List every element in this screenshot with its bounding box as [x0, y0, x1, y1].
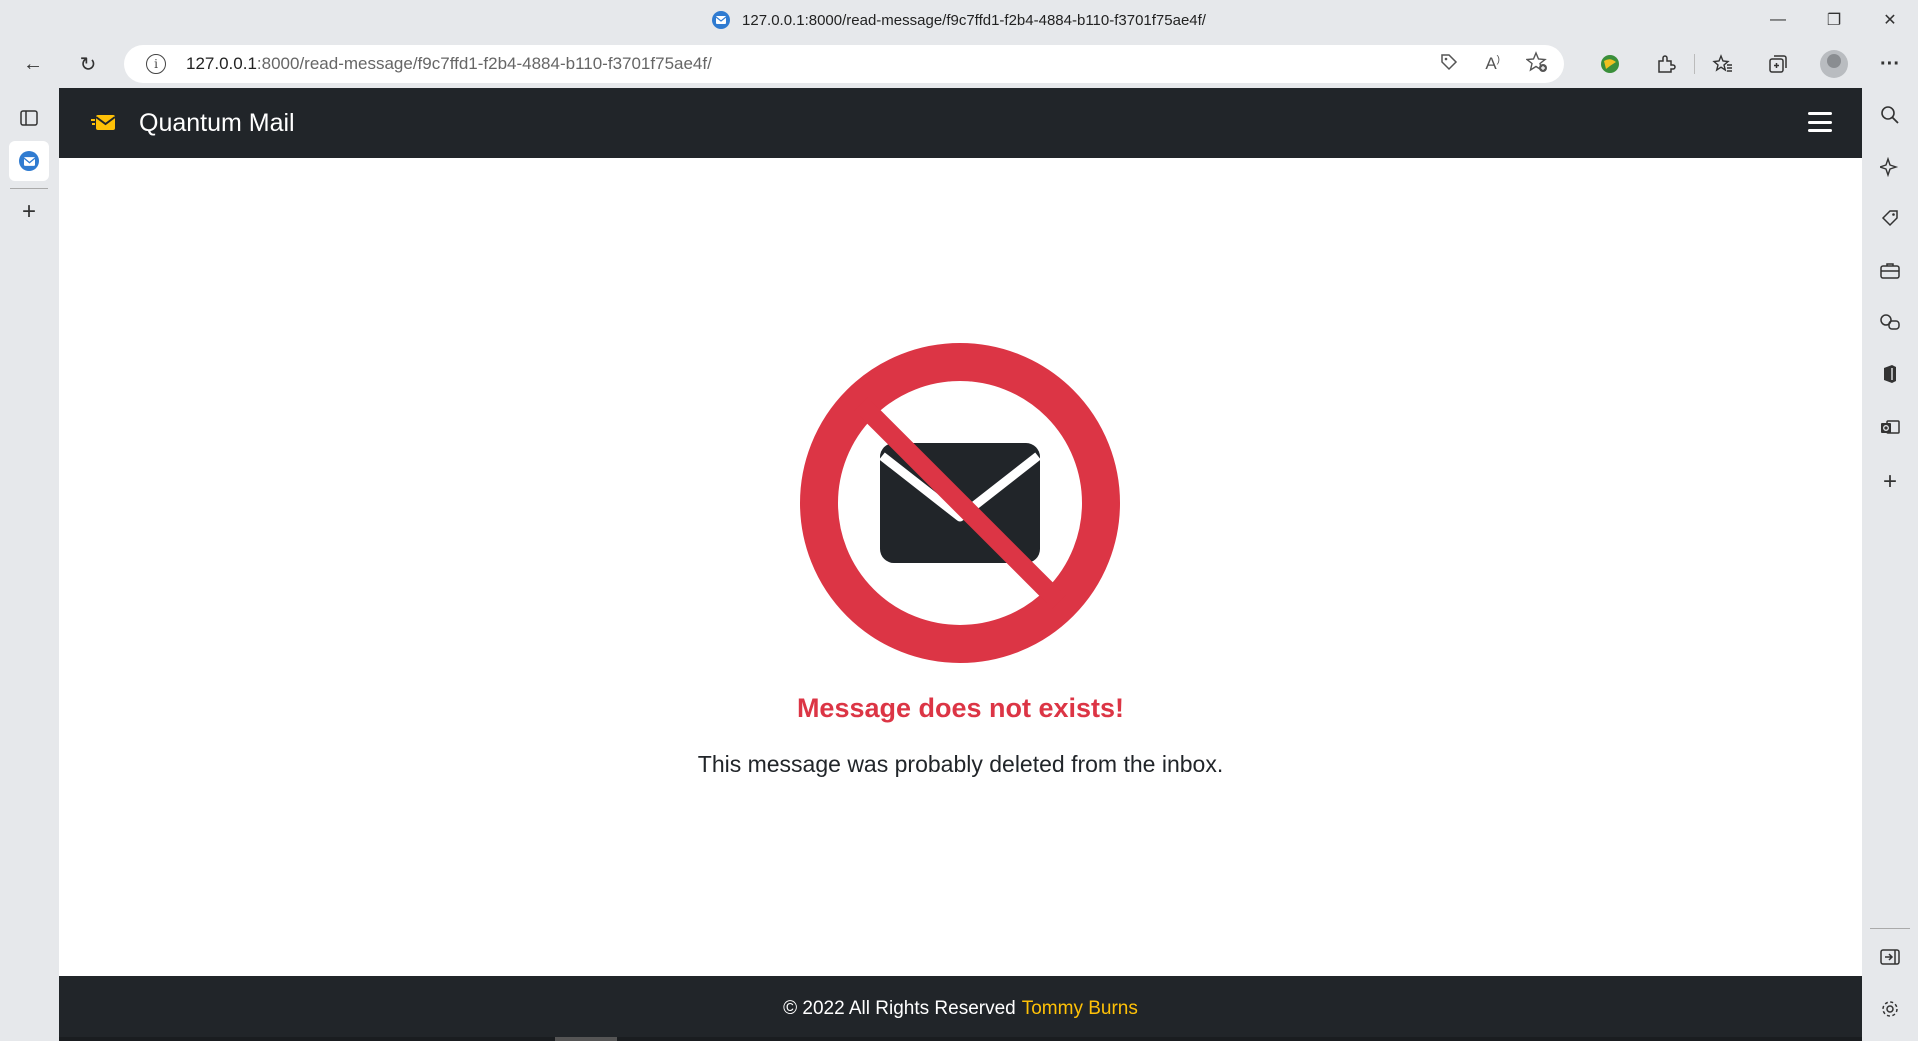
- hamburger-line: [1808, 129, 1832, 132]
- no-mail-icon: [800, 343, 1120, 663]
- minimize-button[interactable]: —: [1750, 0, 1806, 40]
- more-icon[interactable]: ···: [1862, 40, 1918, 88]
- new-tab-icon[interactable]: +: [9, 192, 49, 232]
- main-content: Message does not exists! This message wa…: [59, 158, 1862, 976]
- page-footer: © 2022 All Rights Reserved Tommy Burns: [59, 976, 1862, 1041]
- profile-ext-icon[interactable]: [1582, 40, 1638, 88]
- sidebar-divider: [1870, 928, 1910, 929]
- tab-quantum-mail[interactable]: [9, 141, 49, 181]
- app-navbar: Quantum Mail: [59, 88, 1862, 158]
- tag-icon[interactable]: [1439, 52, 1459, 77]
- vertical-tabs-bar: +: [0, 88, 59, 1041]
- address-bar[interactable]: i 127.0.0.1:8000/read-message/f9c7ffd1-f…: [124, 45, 1564, 83]
- mail-favicon-icon: [712, 11, 731, 29]
- back-button[interactable]: ←: [13, 44, 53, 84]
- url-text[interactable]: 127.0.0.1:8000/read-message/f9c7ffd1-f2b…: [186, 54, 712, 74]
- outlook-icon[interactable]: [1870, 407, 1910, 447]
- settings-gear-icon[interactable]: [1870, 989, 1910, 1029]
- search-icon[interactable]: [1870, 95, 1910, 135]
- page-bottom-edge: [59, 1037, 1862, 1041]
- author-link[interactable]: Tommy Burns: [1022, 998, 1138, 1020]
- hamburger-line: [1808, 112, 1832, 115]
- restore-button[interactable]: ❐: [1806, 0, 1862, 40]
- mail-favicon-icon: [19, 151, 39, 171]
- office-icon[interactable]: [1870, 354, 1910, 394]
- browser-toolbar: ← ↻ i 127.0.0.1:8000/read-message/f9c7ff…: [0, 40, 1918, 88]
- error-description: This message was probably deleted from t…: [697, 751, 1224, 777]
- menu-toggle-button[interactable]: [1808, 110, 1832, 134]
- extensions-icon[interactable]: [1638, 40, 1694, 88]
- window-titlebar: 127.0.0.1:8000/read-message/f9c7ffd1-f2b…: [0, 0, 1918, 40]
- tab-actions-icon[interactable]: [9, 98, 49, 138]
- site-info-icon[interactable]: i: [146, 54, 166, 74]
- window-controls: — ❐ ✕: [1750, 0, 1918, 40]
- url-host: 127.0.0.1: [186, 54, 257, 73]
- web-page: Quantum Mail Message does not exists! Th…: [59, 88, 1862, 1041]
- read-aloud-icon[interactable]: A): [1485, 54, 1500, 74]
- add-sidebar-app-icon[interactable]: +: [1870, 462, 1910, 502]
- profile-avatar[interactable]: [1806, 40, 1862, 88]
- shopping-tag-icon[interactable]: [1870, 198, 1910, 238]
- url-path: :8000/read-message/f9c7ffd1-f2b4-4884-b1…: [256, 54, 712, 73]
- edge-sidebar: +: [1862, 88, 1918, 1041]
- refresh-button[interactable]: ↻: [68, 44, 108, 84]
- mail-send-icon[interactable]: [91, 110, 117, 136]
- tabs-divider: [10, 188, 48, 189]
- copilot-sparkle-icon[interactable]: [1870, 147, 1910, 187]
- games-icon[interactable]: [1870, 302, 1910, 342]
- close-button[interactable]: ✕: [1862, 0, 1918, 40]
- favorite-add-icon[interactable]: [1525, 50, 1548, 78]
- avatar: [1820, 50, 1848, 78]
- hamburger-line: [1808, 120, 1832, 124]
- horizontal-scrollbar[interactable]: [555, 1037, 617, 1041]
- tools-briefcase-icon[interactable]: [1870, 251, 1910, 291]
- address-bar-icons: A): [1439, 45, 1548, 83]
- favorites-icon[interactable]: [1694, 54, 1750, 74]
- copyright-text: © 2022 All Rights Reserved: [783, 997, 1016, 1019]
- hide-sidebar-icon[interactable]: [1870, 937, 1910, 977]
- error-title: Message does not exists!: [796, 693, 1125, 723]
- window-title: 127.0.0.1:8000/read-message/f9c7ffd1-f2b…: [742, 11, 1206, 29]
- collections-icon[interactable]: [1750, 40, 1806, 88]
- brand-name[interactable]: Quantum Mail: [139, 109, 295, 138]
- toolbar-icons: ···: [1582, 40, 1918, 88]
